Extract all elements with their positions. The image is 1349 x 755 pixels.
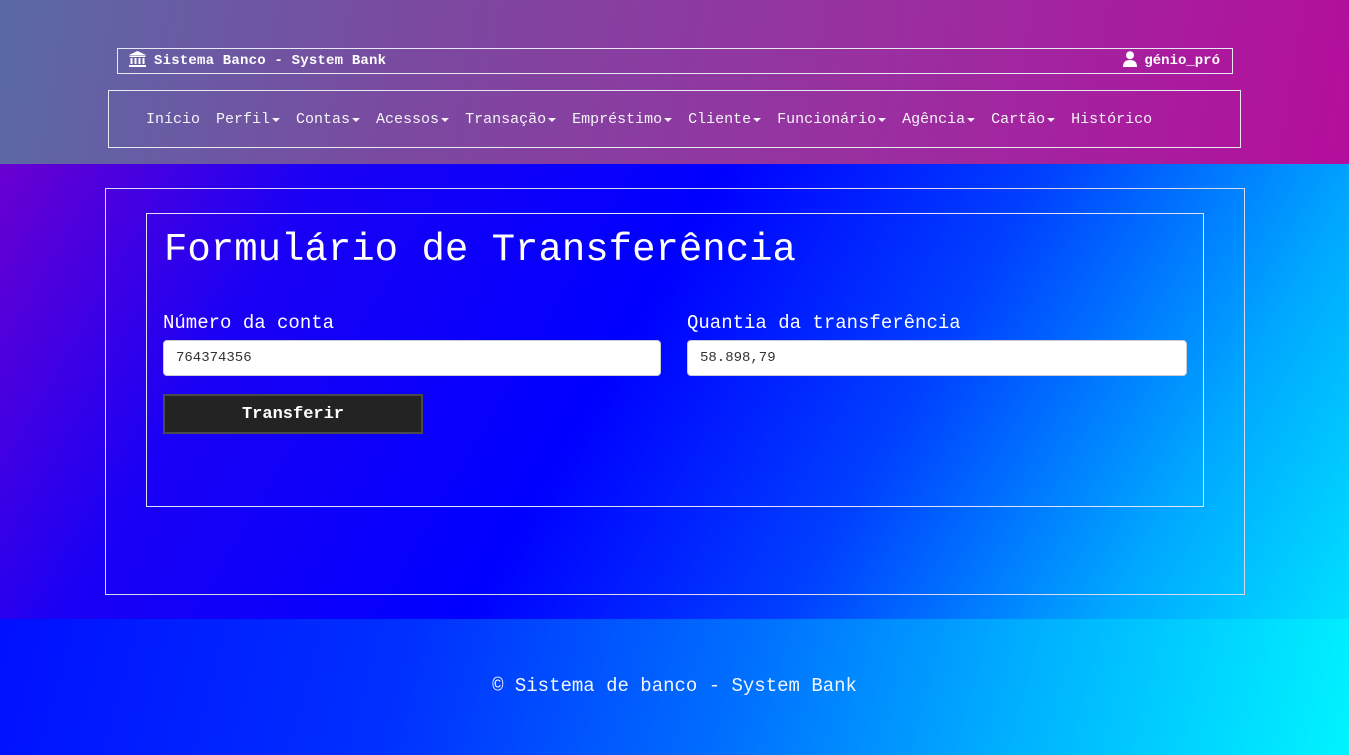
nav-item-label: Funcionário [777,110,877,128]
caret-down-icon [1047,117,1056,122]
caret-down-icon [664,117,673,122]
transfer-button[interactable]: Transferir [163,394,423,434]
nav-item-label: Contas [296,110,351,128]
nav-item-label: Agência [902,110,966,128]
nav-item-contas[interactable]: Contas [296,110,361,128]
caret-down-icon [878,117,887,122]
form-title: Formulário de Transferência [164,228,796,272]
footer-copyright: © Sistema de banco - System Bank [492,675,857,697]
account-number-input[interactable] [163,340,661,376]
transfer-amount-input[interactable] [687,340,1187,376]
nav-item-emprestimo[interactable]: Empréstimo [572,110,673,128]
user-icon [1123,50,1138,72]
caret-down-icon [967,117,976,122]
caret-down-icon [272,117,281,122]
account-number-label: Número da conta [163,312,335,334]
nav-item-label: Cliente [688,110,752,128]
transfer-amount-label: Quantia da transferência [687,312,961,334]
nav-item-cartao[interactable]: Cartão [991,110,1056,128]
username: génio_pró [1144,53,1220,69]
nav-item-label: Empréstimo [572,110,663,128]
caret-down-icon [548,117,557,122]
nav-item-label: Acessos [376,110,440,128]
nav-item-transacao[interactable]: Transação [465,110,557,128]
nav-item-label: Transação [465,110,547,128]
nav-item-funcionario[interactable]: Funcionário [777,110,887,128]
main-navigation: Início Perfil Contas Acessos Transação Emprés… [108,90,1241,148]
nav-item-label: Início [146,110,201,128]
nav-item-historico[interactable]: Histórico [1071,111,1152,128]
nav-item-perfil[interactable]: Perfil [216,110,281,128]
brand-title: Sistema Banco - System Bank [154,53,387,69]
brand[interactable]: Sistema Banco - System Bank [129,50,387,72]
top-bar: Sistema Banco - System Bank génio_pró [117,48,1233,74]
nav-item-cliente[interactable]: Cliente [688,110,762,128]
nav-item-agencia[interactable]: Agência [902,110,976,128]
bank-icon [129,50,146,72]
nav-item-inicio[interactable]: Início [146,111,200,128]
nav-item-label: Histórico [1071,110,1153,128]
caret-down-icon [352,117,361,122]
nav-list: Início Perfil Contas Acessos Transação Emprés… [146,91,1168,147]
nav-item-label: Cartão [991,110,1046,128]
nav-item-acessos[interactable]: Acessos [376,110,450,128]
user-menu[interactable]: génio_pró [1123,50,1220,72]
caret-down-icon [753,117,762,122]
nav-item-label: Perfil [216,110,271,128]
caret-down-icon [441,117,450,122]
